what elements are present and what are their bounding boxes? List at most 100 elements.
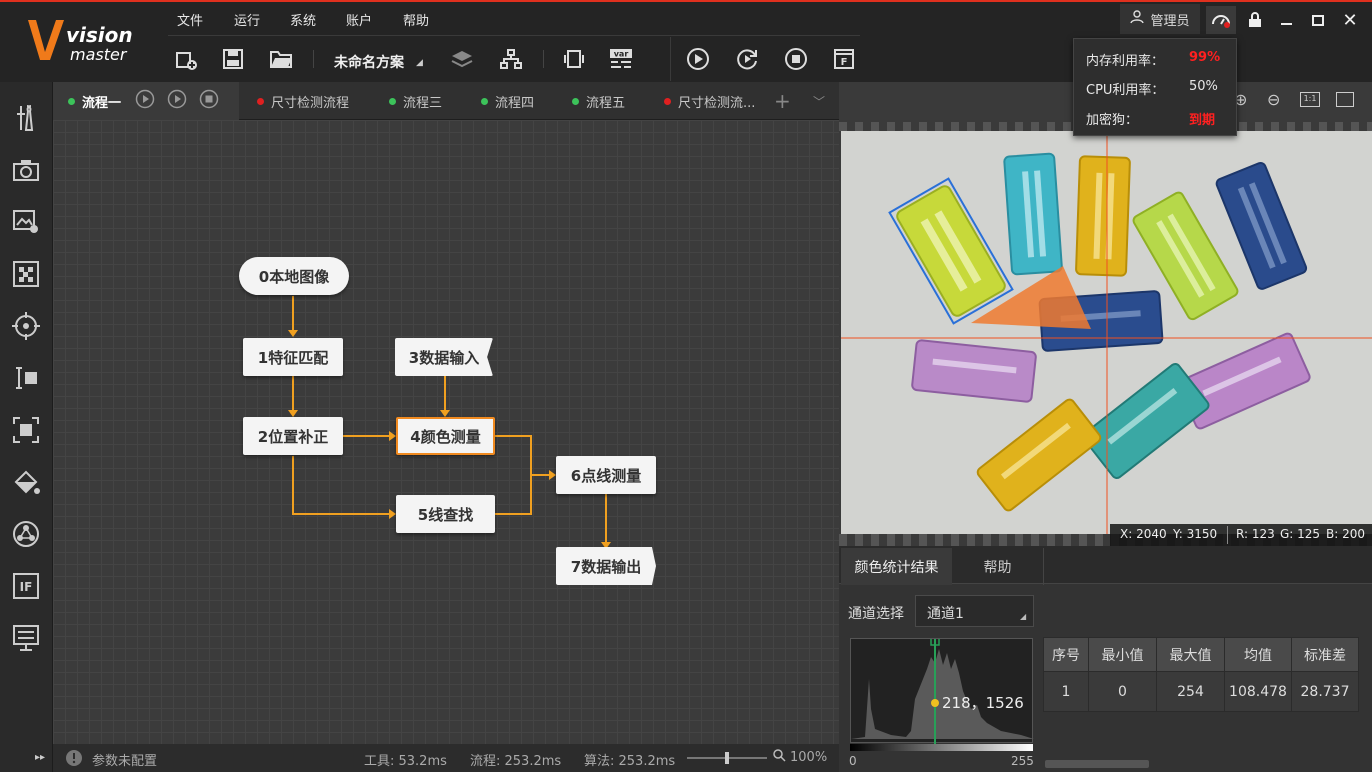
flow-node-data-input[interactable]: 3数据输入 bbox=[395, 338, 493, 376]
tab-label: 尺寸检测流程 bbox=[271, 95, 350, 111]
tab-loop-icon[interactable] bbox=[167, 89, 187, 113]
scheme-name[interactable]: 未命名方案 bbox=[334, 52, 404, 72]
result-panel: 颜色统计结果 帮助 通道选择 通道1 ◢ 218，1526 0 255 序号 最… bbox=[839, 546, 1372, 772]
pixel-x: X: 2040 bbox=[1120, 527, 1167, 541]
zoom-search-icon bbox=[773, 749, 786, 766]
open-folder-icon[interactable] bbox=[268, 46, 294, 72]
pixel-y: Y: 3150 bbox=[1173, 527, 1218, 541]
save-icon[interactable] bbox=[220, 46, 246, 72]
tab-process-5[interactable]: 流程五 bbox=[572, 82, 625, 120]
stop-icon[interactable] bbox=[783, 46, 809, 72]
run-once-icon[interactable] bbox=[685, 46, 711, 72]
flow-tree-icon[interactable] bbox=[498, 46, 524, 72]
flow-node-point-line-measure[interactable]: 6点线测量 bbox=[556, 456, 656, 494]
logic-if-icon[interactable]: IF bbox=[10, 570, 42, 602]
performance-popup: 内存利用率： 99% CPU利用率： 50% 加密狗： 到期 bbox=[1073, 38, 1237, 136]
device-icon[interactable] bbox=[561, 46, 587, 72]
zoom-slider[interactable] bbox=[687, 752, 767, 764]
column-header-mean: 均值 bbox=[1224, 637, 1292, 672]
zoom-slider-handle[interactable] bbox=[725, 752, 729, 764]
calibration-icon[interactable] bbox=[10, 258, 42, 290]
tab-status-dot bbox=[68, 97, 75, 105]
cell-mean: 108.478 bbox=[1224, 671, 1292, 712]
cell-max: 254 bbox=[1156, 671, 1225, 712]
actual-size-icon[interactable]: 1:1 bbox=[1300, 92, 1320, 107]
column-header-index: 序号 bbox=[1043, 637, 1089, 672]
tab-label: 尺寸检测流... bbox=[678, 95, 756, 111]
menu-file[interactable]: 文件 bbox=[177, 10, 203, 30]
table-horizontal-scrollbar[interactable] bbox=[1045, 760, 1149, 768]
menu-system[interactable]: 系统 bbox=[290, 10, 316, 30]
tab-process-1[interactable]: 流程一 bbox=[53, 82, 239, 120]
flow-node-feature-match[interactable]: 1特征匹配 bbox=[243, 338, 343, 376]
variable-icon[interactable]: var bbox=[608, 46, 634, 72]
recognize-icon[interactable] bbox=[10, 414, 42, 446]
menu-help[interactable]: 帮助 bbox=[403, 10, 429, 30]
cpu-label: CPU利用率： bbox=[1086, 83, 1165, 98]
flow-node-local-image[interactable]: 0本地图像 bbox=[239, 257, 349, 295]
algo-time: 算法: 253.2ms bbox=[584, 754, 676, 769]
minimize-icon[interactable] bbox=[1272, 8, 1300, 32]
frame-icon[interactable]: F bbox=[831, 46, 857, 72]
flow-node-color-measure[interactable]: 4颜色测量 bbox=[396, 417, 495, 455]
warning-icon bbox=[65, 749, 83, 771]
flow-canvas[interactable]: 0本地图像 1特征匹配 3数据输入 2位置补正 4颜色测量 5线查找 6点线测量… bbox=[53, 120, 839, 744]
performance-monitor-icon[interactable] bbox=[1206, 6, 1236, 34]
color-fill-icon[interactable] bbox=[10, 466, 42, 498]
lock-icon[interactable] bbox=[1241, 8, 1269, 32]
camera-image[interactable] bbox=[841, 131, 1372, 534]
new-scheme-icon[interactable] bbox=[173, 46, 199, 72]
measure-icon[interactable] bbox=[10, 362, 42, 394]
flow-node-position-correction[interactable]: 2位置补正 bbox=[243, 417, 343, 455]
svg-text:master: master bbox=[70, 45, 128, 64]
layers-icon[interactable] bbox=[449, 46, 475, 72]
readout-divider bbox=[1227, 526, 1228, 544]
run-loop-icon[interactable] bbox=[734, 46, 760, 72]
locate-icon[interactable] bbox=[10, 310, 42, 342]
zoom-out-icon[interactable]: ⊖ bbox=[1267, 90, 1280, 109]
tab-run-icon[interactable] bbox=[135, 89, 155, 113]
tab-process-4[interactable]: 流程四 bbox=[481, 82, 534, 120]
flow-node-line-find[interactable]: 5线查找 bbox=[396, 495, 495, 533]
scheme-dropdown-icon[interactable]: ◢ bbox=[416, 58, 423, 68]
maximize-icon[interactable] bbox=[1304, 8, 1332, 32]
tab-help[interactable]: 帮助 bbox=[952, 548, 1044, 585]
tab-label: 流程四 bbox=[495, 95, 535, 111]
toolbar-separator bbox=[543, 50, 544, 68]
channel-select[interactable]: 通道1 ◢ bbox=[915, 595, 1034, 627]
fit-window-icon[interactable] bbox=[1336, 92, 1354, 107]
cell-index: 1 bbox=[1043, 671, 1089, 712]
tab-process-3[interactable]: 流程三 bbox=[389, 82, 442, 120]
column-header-stddev: 标准差 bbox=[1291, 637, 1359, 672]
camera-icon[interactable] bbox=[10, 154, 42, 186]
tab-dimension-check-2[interactable]: 尺寸检测流... bbox=[664, 82, 755, 120]
tab-list-chevron-down-icon[interactable]: ﹀ bbox=[813, 82, 825, 120]
toolbar-separator bbox=[670, 37, 671, 81]
close-icon[interactable]: ✕ bbox=[1336, 8, 1364, 32]
tab-color-statistics[interactable]: 颜色统计结果 bbox=[841, 548, 952, 585]
communication-icon[interactable] bbox=[10, 622, 42, 654]
histogram-marker-dot bbox=[931, 699, 939, 707]
dongle-value: 到期 bbox=[1189, 113, 1216, 128]
network-icon[interactable] bbox=[10, 518, 42, 550]
pixel-r: R: 123 bbox=[1236, 527, 1275, 541]
memory-value: 99% bbox=[1189, 50, 1221, 65]
table-row[interactable]: 1 0 254 108.478 28.737 bbox=[1043, 671, 1359, 712]
histogram-min: 0 bbox=[849, 754, 857, 768]
flow-node-data-output[interactable]: 7数据输出 bbox=[556, 547, 656, 585]
image-process-icon[interactable] bbox=[10, 206, 42, 238]
tab-dimension-check[interactable]: 尺寸检测流程 bbox=[257, 82, 349, 120]
add-tab-icon[interactable]: + bbox=[774, 82, 791, 120]
tab-stop-icon[interactable] bbox=[199, 89, 219, 113]
tab-status-dot bbox=[572, 97, 579, 105]
vision-master-logo: vision master bbox=[26, 16, 156, 68]
dongle-label: 加密狗： bbox=[1086, 113, 1139, 128]
menu-run[interactable]: 运行 bbox=[234, 10, 260, 30]
histogram-chart[interactable]: 218，1526 bbox=[850, 636, 1034, 744]
menu-account[interactable]: 账户 bbox=[346, 10, 372, 30]
user-menu[interactable]: 管理员 bbox=[1120, 4, 1200, 34]
tools-icon[interactable] bbox=[10, 102, 42, 134]
param-status-text: 参数未配置 bbox=[92, 754, 158, 769]
expand-sidebar-icon[interactable]: ▸▸ bbox=[35, 752, 45, 763]
tab-status-dot bbox=[257, 97, 264, 105]
